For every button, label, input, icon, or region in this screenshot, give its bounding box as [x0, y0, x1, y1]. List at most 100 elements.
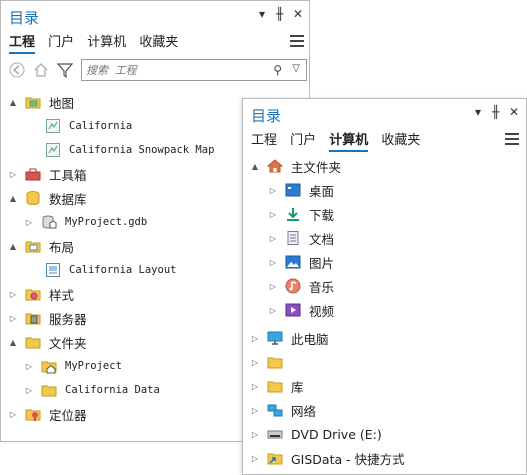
- tree-item-label: California Data: [65, 384, 160, 396]
- tree-item[interactable]: California: [27, 115, 132, 137]
- expand-icon[interactable]: ▷: [267, 186, 279, 195]
- tree-item[interactable]: ▷: [249, 351, 291, 373]
- tree-item[interactable]: ▷ 服务器: [7, 307, 87, 329]
- tree-item[interactable]: ▷ 音乐: [267, 275, 334, 297]
- tree-item[interactable]: ▲ 地图: [7, 91, 74, 113]
- expand-icon[interactable]: ▷: [267, 306, 279, 315]
- tree-item-label: GISData - 快捷方式: [291, 451, 405, 467]
- tree-item-label: 文件夹: [49, 335, 87, 351]
- collapse-icon[interactable]: ▲: [7, 338, 19, 347]
- tab-portal[interactable]: 门户: [290, 129, 316, 150]
- tree-item[interactable]: ▲ 主文件夹: [249, 155, 341, 177]
- tree-item[interactable]: California Snowpack Map: [27, 139, 214, 161]
- tree-item[interactable]: ▲ 数据库: [7, 187, 87, 209]
- tab-project[interactable]: 工程: [251, 129, 277, 150]
- tree-item[interactable]: ▲ 布局: [7, 235, 74, 257]
- menu-icon[interactable]: [290, 35, 304, 47]
- pin-icon[interactable]: ╫: [276, 7, 283, 21]
- close-icon[interactable]: ✕: [509, 105, 519, 119]
- expand-icon[interactable]: ▷: [249, 430, 261, 439]
- back-icon[interactable]: [7, 59, 27, 81]
- locator-icon: [25, 406, 41, 422]
- folder-icon: [41, 382, 57, 398]
- tree-item-label: MyProject.gdb: [65, 216, 148, 228]
- tree-item-label: MyProject: [65, 360, 122, 372]
- expand-icon[interactable]: ▷: [249, 334, 261, 343]
- tree-item-label: 下载: [309, 207, 335, 223]
- expand-icon[interactable]: ▷: [267, 234, 279, 243]
- videos-icon: [285, 302, 301, 318]
- tree-item[interactable]: ▷ 此电脑: [249, 327, 329, 349]
- tab-computer[interactable]: 计算机: [87, 31, 126, 52]
- tree-item[interactable]: ▷ 网络: [249, 399, 316, 421]
- documents-icon: [285, 230, 301, 246]
- search-icon[interactable]: ⚲: [273, 63, 282, 77]
- chevron-down-icon[interactable]: ▽: [292, 63, 300, 74]
- expand-icon[interactable]: ▷: [23, 218, 35, 227]
- tree-item[interactable]: ▷ 图片: [267, 251, 334, 273]
- tree-item[interactable]: ▷ MyProject: [23, 355, 122, 377]
- pane-title: 目录: [9, 9, 40, 27]
- tree-item[interactable]: ▷ 样式: [7, 283, 74, 305]
- tab-computer[interactable]: 计算机: [329, 129, 369, 152]
- close-icon[interactable]: ✕: [293, 7, 303, 21]
- home-icon[interactable]: [31, 59, 51, 81]
- tree-item-label: 桌面: [309, 183, 335, 199]
- expand-icon[interactable]: ▷: [267, 258, 279, 267]
- tree-item-label: California: [69, 120, 133, 132]
- network-icon: [267, 402, 283, 418]
- tree-item[interactable]: ▷ 库: [249, 375, 304, 397]
- tree-item-label: 布局: [49, 239, 75, 255]
- tree-item-label: 定位器: [49, 407, 87, 423]
- expand-icon[interactable]: ▷: [249, 454, 261, 463]
- tree-item-label: 地图: [49, 95, 75, 111]
- search-input[interactable]: [86, 62, 266, 78]
- tree-item[interactable]: ▷ GISData - 快捷方式: [249, 447, 405, 469]
- tab-favorites[interactable]: 收藏夹: [381, 129, 420, 150]
- tree-item[interactable]: ▷ 下载: [267, 203, 334, 225]
- collapse-icon[interactable]: ▲: [7, 98, 19, 107]
- menu-icon[interactable]: [505, 133, 519, 145]
- tab-portal[interactable]: 门户: [48, 31, 74, 52]
- folder-icon: [267, 354, 283, 370]
- filter-icon[interactable]: [55, 59, 75, 81]
- expand-icon[interactable]: ▷: [7, 410, 19, 419]
- tree-item-label: 网络: [291, 403, 317, 419]
- pane-options-dropdown[interactable]: ▾: [259, 7, 265, 21]
- tab-project[interactable]: 工程: [9, 31, 36, 54]
- expand-icon[interactable]: ▷: [249, 382, 261, 391]
- expand-icon[interactable]: ▷: [267, 282, 279, 291]
- pin-icon[interactable]: ╫: [492, 105, 499, 119]
- tree-item-label: California Snowpack Map: [69, 144, 215, 156]
- tree-item[interactable]: ▲ 文件夹: [7, 331, 87, 353]
- map-icon: [45, 118, 61, 134]
- tree-item[interactable]: ▷ 定位器: [7, 403, 87, 425]
- tree-item[interactable]: ▷ MyProject.gdb: [23, 211, 147, 233]
- tab-favorites[interactable]: 收藏夹: [139, 31, 178, 52]
- collapse-icon[interactable]: ▲: [249, 162, 261, 171]
- expand-icon[interactable]: ▷: [23, 386, 35, 395]
- expand-icon[interactable]: ▷: [23, 362, 35, 371]
- expand-icon[interactable]: ▷: [267, 210, 279, 219]
- expand-icon[interactable]: ▷: [249, 406, 261, 415]
- tree-item[interactable]: ▷ 视频: [267, 299, 334, 321]
- tree-item[interactable]: ▷ 文档: [267, 227, 334, 249]
- expand-icon[interactable]: ▷: [249, 358, 261, 367]
- tree-item-label: 服务器: [49, 311, 87, 327]
- tree-item[interactable]: ▷ 工具箱: [7, 163, 87, 185]
- expand-icon[interactable]: ▷: [7, 314, 19, 323]
- layout-folder-icon: [25, 238, 41, 254]
- tree-item[interactable]: ▷ 桌面: [267, 179, 334, 201]
- tree-item[interactable]: ▷ California Data: [23, 379, 160, 401]
- search-box[interactable]: ⚲ ▽: [81, 59, 307, 81]
- expand-icon[interactable]: ▷: [7, 170, 19, 179]
- collapse-icon[interactable]: ▲: [7, 242, 19, 251]
- tree-item-label: 此电脑: [291, 331, 329, 347]
- collapse-icon[interactable]: ▲: [7, 194, 19, 203]
- expand-icon[interactable]: ▷: [7, 290, 19, 299]
- tree-item[interactable]: ▷ DVD Drive (E:): [249, 423, 382, 445]
- pane-options-dropdown[interactable]: ▾: [475, 105, 481, 119]
- home-folder-icon: [41, 358, 57, 374]
- tree-item[interactable]: California Layout: [27, 259, 176, 281]
- tree-item-label: 样式: [49, 287, 75, 303]
